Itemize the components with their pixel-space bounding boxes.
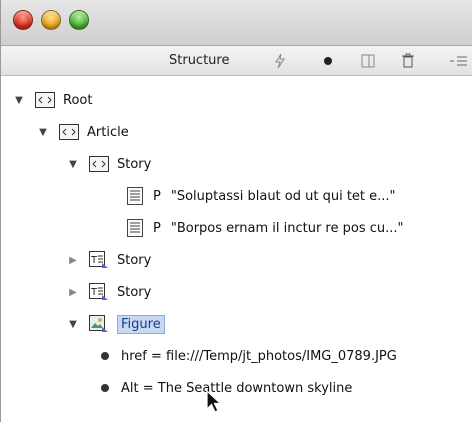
paragraph-tag: P bbox=[153, 220, 161, 236]
structure-window: Structure ▼ Root ▼ Article ▼ Story P "So… bbox=[0, 0, 472, 422]
panel-menu-icon[interactable] bbox=[447, 52, 471, 70]
disclosure-closed-icon[interactable]: ▶ bbox=[67, 286, 79, 298]
svg-text:T: T bbox=[90, 287, 98, 298]
tree-row-story-1[interactable]: ▼ Story bbox=[67, 151, 151, 177]
disclosure-open-icon[interactable]: ▼ bbox=[37, 126, 49, 138]
trash-icon[interactable] bbox=[399, 52, 417, 70]
tree-row-paragraph-1[interactable]: P "Soluptassi blaut od ut qui tet e..." bbox=[125, 183, 396, 209]
paragraph-text-1: "Soluptassi blaut od ut qui tet e..." bbox=[170, 188, 396, 204]
close-button[interactable] bbox=[13, 10, 33, 30]
tree-row-figure[interactable]: ▼ Figure bbox=[67, 311, 165, 337]
element-tag-icon bbox=[89, 155, 109, 173]
tree-row-attribute-href[interactable]: href = file:///Temp/jt_photos/IMG_0789.J… bbox=[101, 343, 397, 369]
disclosure-open-icon[interactable]: ▼ bbox=[13, 94, 25, 106]
tree-row-story-3[interactable]: ▶ T Story bbox=[67, 279, 151, 305]
title-bar bbox=[1, 0, 472, 46]
panel-title: Structure bbox=[169, 53, 230, 68]
paragraph-icon bbox=[125, 219, 145, 237]
structure-tree: ▼ Root ▼ Article ▼ Story P "Soluptassi b… bbox=[1, 77, 472, 422]
tree-row-article[interactable]: ▼ Article bbox=[37, 119, 129, 145]
attribute-href-text: href = file:///Temp/jt_photos/IMG_0789.J… bbox=[121, 348, 397, 364]
bullet-icon[interactable] bbox=[319, 52, 337, 70]
tree-label-figure: Figure bbox=[117, 314, 165, 334]
paragraph-tag: P bbox=[153, 188, 161, 204]
attribute-bullet-icon bbox=[101, 384, 109, 392]
element-tag-icon bbox=[35, 91, 55, 109]
tree-label-story-2: Story bbox=[117, 252, 152, 268]
minimize-button[interactable] bbox=[41, 10, 61, 30]
tree-row-root[interactable]: ▼ Root bbox=[13, 87, 92, 113]
figure-icon bbox=[89, 315, 109, 333]
zoom-button[interactable] bbox=[69, 10, 89, 30]
tree-label-story-1: Story bbox=[117, 156, 152, 172]
mouse-pointer-icon bbox=[206, 390, 223, 413]
disclosure-open-icon[interactable]: ▼ bbox=[67, 318, 79, 330]
tree-row-attribute-alt[interactable]: Alt = The Seattle downtown skyline bbox=[101, 375, 352, 401]
structure-toolbar: Structure bbox=[1, 46, 472, 76]
tree-label-story-3: Story bbox=[117, 284, 152, 300]
disclosure-closed-icon[interactable]: ▶ bbox=[67, 254, 79, 266]
paragraph-icon bbox=[125, 187, 145, 205]
attribute-alt-text: Alt = The Seattle downtown skyline bbox=[121, 380, 353, 396]
attribute-bullet-icon bbox=[101, 352, 109, 360]
text-frame-icon: T bbox=[89, 283, 109, 301]
disclosure-open-icon[interactable]: ▼ bbox=[67, 158, 79, 170]
paragraph-text-2: "Borpos ernam il inctur re pos cu..." bbox=[170, 220, 404, 236]
tree-label-root: Root bbox=[63, 92, 93, 108]
element-tag-icon bbox=[59, 123, 79, 141]
note-icon[interactable] bbox=[359, 52, 377, 70]
tree-row-paragraph-2[interactable]: P "Borpos ernam il inctur re pos cu..." bbox=[125, 215, 404, 241]
tree-row-story-2[interactable]: ▶ T Story bbox=[67, 247, 151, 273]
tree-label-article: Article bbox=[87, 124, 129, 140]
svg-text:T: T bbox=[90, 255, 98, 266]
lightning-icon[interactable] bbox=[271, 52, 289, 70]
text-frame-icon: T bbox=[89, 251, 109, 269]
